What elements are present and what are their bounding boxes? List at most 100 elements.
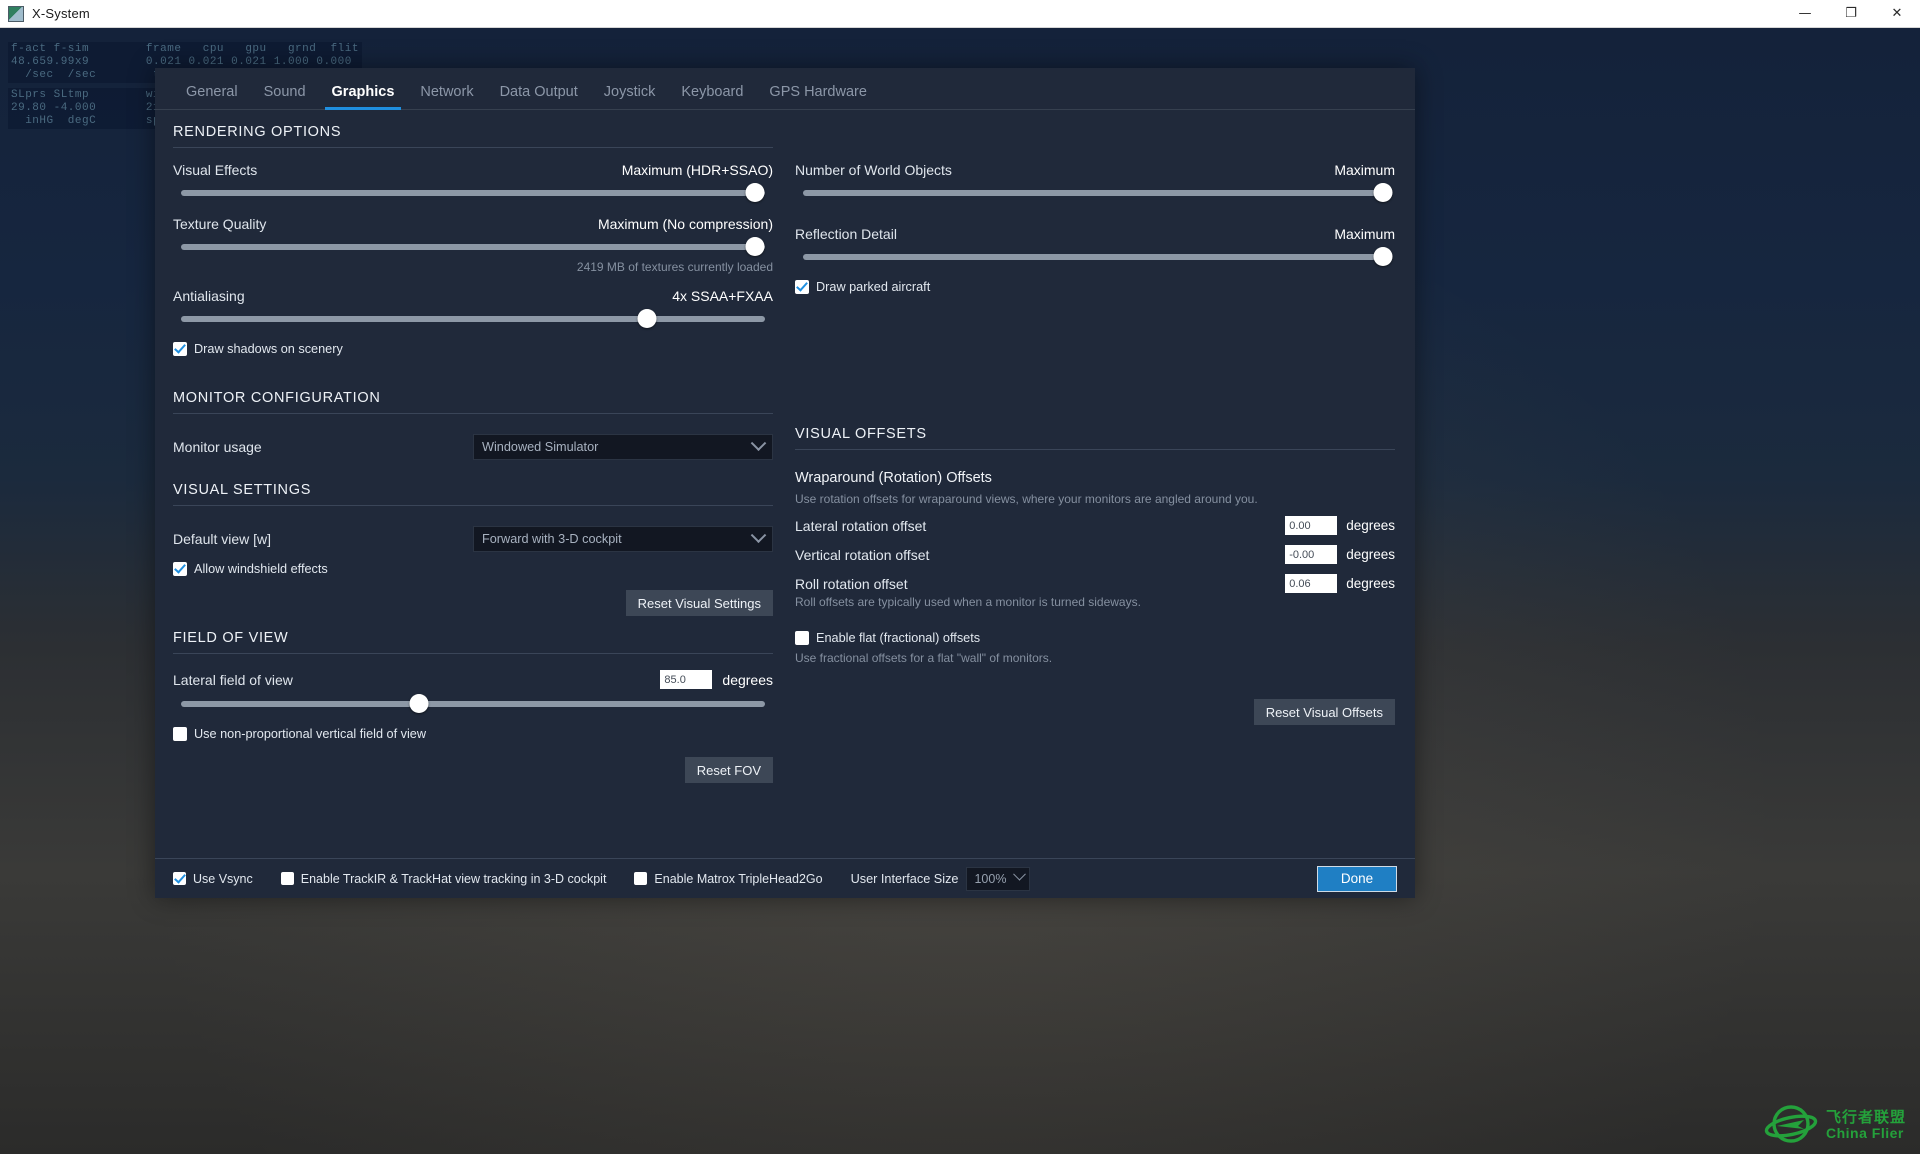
slider-knob[interactable] bbox=[1373, 183, 1393, 202]
reflection-detail-slider[interactable] bbox=[795, 247, 1395, 266]
draw-shadows-label: Draw shadows on scenery bbox=[194, 342, 343, 356]
reflection-detail-row: Reflection Detail Maximum bbox=[795, 226, 1395, 242]
title-bar: X-System — ❐ ✕ bbox=[0, 0, 1920, 28]
reflection-detail-label: Reflection Detail bbox=[795, 226, 897, 242]
slider-knob[interactable] bbox=[409, 694, 429, 713]
default-view-select[interactable]: Forward with 3-D cockpit bbox=[473, 526, 773, 552]
trackir-label: Enable TrackIR & TrackHat view tracking … bbox=[300, 871, 607, 886]
ui-size-select[interactable]: 100% bbox=[966, 866, 1031, 891]
antialiasing-value: 4x SSAA+FXAA bbox=[672, 288, 773, 304]
lateral-fov-row: Lateral field of view 85.0 degrees bbox=[173, 670, 773, 689]
texture-quality-slider[interactable] bbox=[173, 237, 773, 256]
app-icon bbox=[8, 5, 24, 22]
rendering-options-title: RENDERING OPTIONS bbox=[173, 124, 342, 140]
draw-parked-aircraft-row[interactable]: Draw parked aircraft bbox=[795, 280, 1395, 294]
world-objects-label: Number of World Objects bbox=[795, 162, 952, 178]
reflection-detail-value: Maximum bbox=[1334, 226, 1395, 242]
settings-body: RENDERING OPTIONS Visual Effects Maximum… bbox=[155, 110, 1415, 858]
lateral-rotation-offset-label: Lateral rotation offset bbox=[795, 517, 927, 534]
roll-rotation-offset-row: Roll rotation offset 0.06 degrees bbox=[795, 574, 1395, 593]
use-vsync-label: Use Vsync bbox=[193, 871, 253, 886]
use-vsync-row[interactable]: Use Vsync bbox=[173, 872, 253, 886]
trackir-row[interactable]: Enable TrackIR & TrackHat view tracking … bbox=[280, 871, 607, 886]
windshield-effects-checkbox[interactable] bbox=[173, 562, 187, 576]
lateral-fov-label: Lateral field of view bbox=[173, 671, 293, 688]
matrox-row[interactable]: Enable Matrox TripleHead2Go bbox=[634, 871, 823, 886]
slider-knob[interactable] bbox=[1373, 247, 1393, 266]
tab-gps-hardware[interactable]: GPS Hardware bbox=[756, 84, 880, 109]
settings-dialog: General Sound Graphics Network Data Outp… bbox=[155, 68, 1415, 898]
nonproportional-fov-checkbox[interactable] bbox=[173, 727, 187, 741]
lateral-fov-slider[interactable] bbox=[173, 694, 773, 713]
visual-effects-label: Visual Effects bbox=[173, 162, 258, 178]
windshield-effects-row[interactable]: Allow windshield effects bbox=[173, 562, 773, 576]
reset-fov-row: Reset FOV bbox=[173, 757, 773, 783]
draw-shadows-row[interactable]: Draw shadows on scenery bbox=[173, 342, 773, 356]
lateral-rotation-offset-row: Lateral rotation offset 0.00 degrees bbox=[795, 516, 1395, 535]
antialiasing-slider[interactable] bbox=[173, 309, 773, 328]
tab-keyboard[interactable]: Keyboard bbox=[668, 84, 756, 109]
texture-quality-label: Texture Quality bbox=[173, 216, 267, 232]
slider-track bbox=[181, 190, 765, 196]
app-window: X-System — ❐ ✕ f-act f-sim frame cpu gpu… bbox=[0, 0, 1920, 1154]
visual-settings-divider bbox=[173, 505, 773, 506]
reset-visual-settings-row: Reset Visual Settings bbox=[173, 590, 773, 616]
slider-knob[interactable] bbox=[745, 237, 765, 256]
monitor-usage-select[interactable]: Windowed Simulator bbox=[473, 434, 773, 460]
vertical-rotation-offset-label: Vertical rotation offset bbox=[795, 546, 930, 563]
flat-offsets-label: Enable flat (fractional) offsets bbox=[816, 631, 981, 645]
world-objects-slider[interactable] bbox=[795, 183, 1395, 202]
monitor-usage-value: Windowed Simulator bbox=[482, 440, 599, 454]
use-vsync-checkbox[interactable] bbox=[173, 872, 186, 885]
tab-general[interactable]: General bbox=[173, 84, 251, 109]
tab-joystick[interactable]: Joystick bbox=[591, 84, 669, 109]
maximize-button[interactable]: ❐ bbox=[1828, 0, 1874, 28]
default-view-label: Default view [w] bbox=[173, 531, 272, 547]
reset-visual-offsets-button[interactable]: Reset Visual Offsets bbox=[1253, 699, 1395, 725]
slider-knob[interactable] bbox=[745, 183, 765, 202]
reset-visual-settings-button[interactable]: Reset Visual Settings bbox=[625, 590, 773, 616]
window-title: X-System bbox=[32, 6, 90, 21]
minimize-button[interactable]: — bbox=[1782, 0, 1828, 28]
visual-effects-slider[interactable] bbox=[173, 183, 773, 202]
flat-offsets-hint: Use fractional offsets for a flat "wall"… bbox=[795, 651, 1053, 665]
close-button[interactable]: ✕ bbox=[1874, 0, 1920, 28]
matrox-checkbox[interactable] bbox=[634, 872, 648, 885]
wraparound-offsets-hint: Use rotation offsets for wraparound view… bbox=[795, 492, 1258, 506]
tab-sound[interactable]: Sound bbox=[251, 84, 319, 109]
watermark-en: China Flier bbox=[1825, 1124, 1904, 1141]
vertical-rotation-offset-input[interactable]: -0.00 bbox=[1285, 545, 1338, 564]
flat-offsets-row[interactable]: Enable flat (fractional) offsets bbox=[795, 631, 1395, 645]
lateral-rotation-offset-input[interactable]: 0.00 bbox=[1285, 516, 1338, 535]
slider-track bbox=[181, 316, 765, 322]
antialiasing-row: Antialiasing 4x SSAA+FXAA bbox=[173, 288, 773, 304]
nonproportional-fov-row[interactable]: Use non-proportional vertical field of v… bbox=[173, 727, 773, 741]
watermark-cn: 飞行者联盟 bbox=[1825, 1108, 1906, 1126]
draw-parked-aircraft-label: Draw parked aircraft bbox=[816, 280, 931, 294]
tab-data-output[interactable]: Data Output bbox=[487, 84, 591, 109]
visual-effects-row: Visual Effects Maximum (HDR+SSAO) bbox=[173, 162, 773, 178]
vertical-rotation-offset-row: Vertical rotation offset -0.00 degrees bbox=[795, 545, 1395, 564]
draw-shadows-checkbox[interactable] bbox=[173, 342, 187, 356]
watermark: 飞行者联盟 China Flier bbox=[1764, 1102, 1906, 1148]
china-flier-logo-icon bbox=[1764, 1105, 1818, 1143]
draw-parked-aircraft-checkbox[interactable] bbox=[795, 280, 809, 294]
trackir-checkbox[interactable] bbox=[280, 872, 294, 885]
done-button[interactable]: Done bbox=[1317, 865, 1397, 892]
tab-network[interactable]: Network bbox=[407, 84, 486, 109]
antialiasing-label: Antialiasing bbox=[173, 288, 245, 304]
settings-tabbar: General Sound Graphics Network Data Outp… bbox=[155, 68, 1415, 110]
roll-rotation-offset-input[interactable]: 0.06 bbox=[1285, 574, 1338, 593]
tab-graphics[interactable]: Graphics bbox=[319, 84, 408, 110]
vertical-rotation-offset-unit: degrees bbox=[1346, 547, 1395, 562]
monitor-divider bbox=[173, 413, 773, 414]
chevron-down-icon bbox=[1013, 867, 1027, 881]
flat-offsets-checkbox[interactable] bbox=[795, 631, 809, 645]
reset-fov-button[interactable]: Reset FOV bbox=[684, 757, 773, 783]
dialog-footer: Use Vsync Enable TrackIR & TrackHat view… bbox=[155, 858, 1415, 898]
slider-knob[interactable] bbox=[637, 309, 657, 328]
matrox-label: Enable Matrox TripleHead2Go bbox=[654, 871, 823, 886]
visual-offsets-title: VISUAL OFFSETS bbox=[795, 426, 927, 442]
lateral-fov-input[interactable]: 85.0 bbox=[660, 670, 713, 689]
slider-track bbox=[181, 701, 765, 707]
